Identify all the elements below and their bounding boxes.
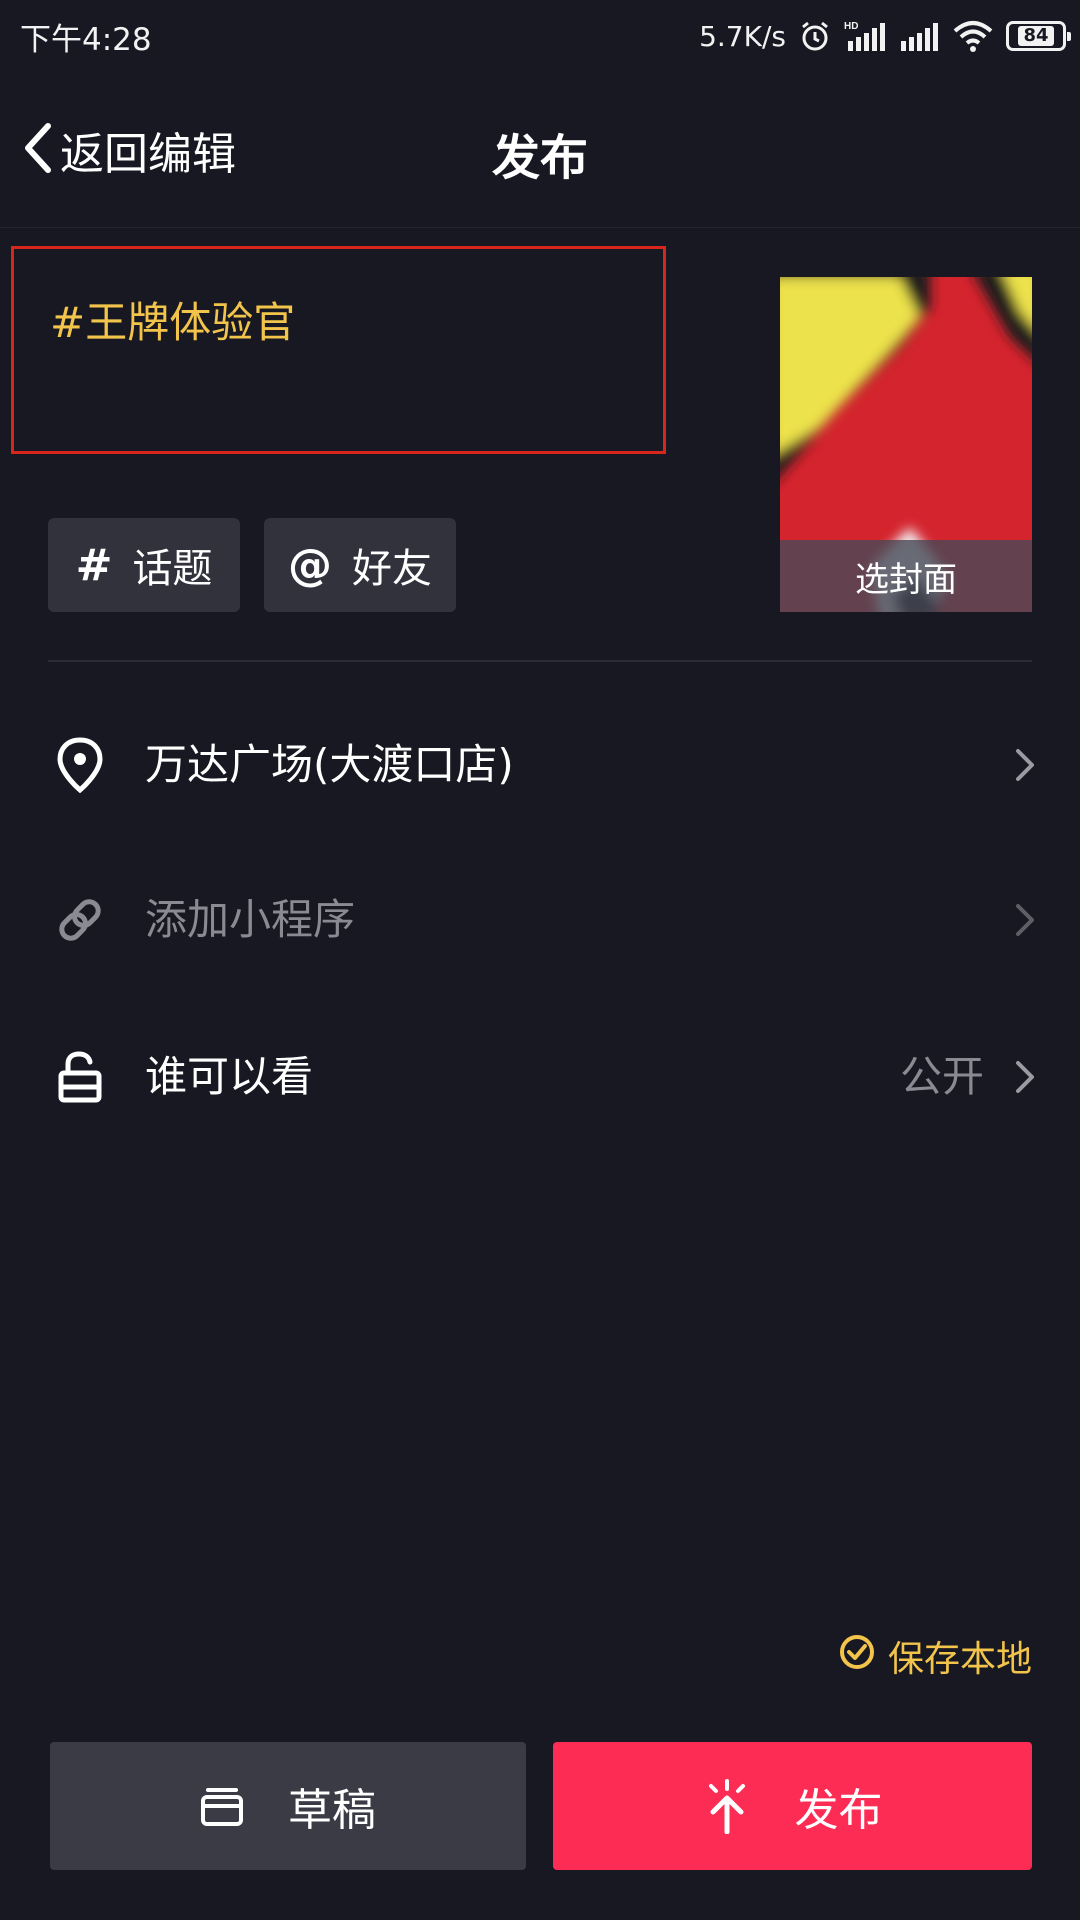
alarm-clock-icon <box>798 19 832 53</box>
hashtag-icon: # <box>75 539 113 591</box>
draft-button[interactable]: 草稿 <box>50 1742 526 1870</box>
battery-level: 84 <box>1018 26 1054 46</box>
publish-button[interactable]: 发布 <box>553 1742 1032 1870</box>
upload-arrow-icon <box>708 1779 745 1834</box>
location-row[interactable]: 万达广场(大渡口店) <box>0 705 1080 825</box>
visibility-row[interactable]: 谁可以看 公开 <box>0 1017 1080 1137</box>
publish-screen: 下午4:28 5.7K/s HD 84 返回编辑 发布 #王牌体验官 选封面 #… <box>0 0 1080 1920</box>
cell-signal-icon <box>900 19 940 53</box>
save-local-toggle[interactable]: 保存本地 <box>838 1628 1032 1684</box>
nav-bar: 返回编辑 发布 <box>0 72 1080 228</box>
draft-box-icon <box>201 1788 243 1826</box>
at-sign-icon: @ <box>288 539 332 591</box>
caption-input[interactable]: #王牌体验官 <box>11 246 666 454</box>
page-title: 发布 <box>491 130 588 186</box>
network-speed: 5.7K/s <box>699 19 786 53</box>
draft-label: 草稿 <box>288 1785 376 1836</box>
check-circle-icon <box>838 1633 888 1680</box>
chevron-right-icon <box>1016 749 1034 781</box>
cover-selector[interactable]: 选封面 <box>780 277 1032 612</box>
save-local-label: 保存本地 <box>887 1639 1032 1680</box>
location-pin-icon <box>50 735 110 795</box>
hd-signal-icon: HD <box>844 19 888 53</box>
chevron-right-icon <box>1016 1061 1034 1093</box>
friend-label: 好友 <box>352 546 432 592</box>
location-label: 万达广场(大渡口店) <box>145 740 514 789</box>
wifi-icon <box>952 19 994 53</box>
status-bar: 下午4:28 5.7K/s HD 84 <box>0 0 1080 72</box>
divider <box>48 660 1032 662</box>
svg-text:HD: HD <box>844 21 858 32</box>
topic-label: 话题 <box>132 546 213 592</box>
status-icons: 5.7K/s HD 84 <box>699 10 1071 62</box>
visibility-label: 谁可以看 <box>145 1052 314 1101</box>
chevron-right-icon <box>1016 904 1034 936</box>
cover-label-bar: 选封面 <box>780 540 1032 612</box>
link-icon <box>50 890 110 950</box>
status-time: 下午4:28 <box>20 22 152 58</box>
topic-button[interactable]: # 话题 <box>48 518 240 612</box>
add-miniprogram-row[interactable]: 添加小程序 <box>0 860 1080 980</box>
caption-hashtag: #王牌体验官 <box>50 298 296 347</box>
mention-friend-button[interactable]: @ 好友 <box>264 518 456 612</box>
visibility-value: 公开 <box>899 1052 984 1101</box>
publish-label: 发布 <box>794 1785 883 1836</box>
cover-label: 选封面 <box>855 559 957 600</box>
miniprogram-label: 添加小程序 <box>145 895 356 944</box>
unlock-icon <box>50 1047 110 1107</box>
battery-icon: 84 <box>1006 21 1071 51</box>
